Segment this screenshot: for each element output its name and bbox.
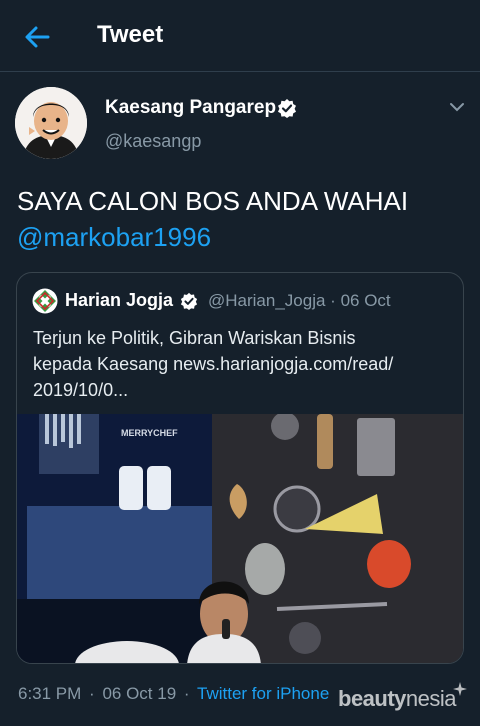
avatar[interactable]: [15, 87, 87, 159]
tweet-source-link[interactable]: Twitter for iPhone: [197, 684, 329, 703]
verified-badge-icon: [180, 292, 198, 310]
quoted-author-handle: @Harian_Jogja: [208, 291, 326, 310]
quoted-text-line: kepada Kaesang news.harianjogja.com/read…: [33, 354, 394, 374]
tweet-time: 6:31 PM: [18, 684, 82, 703]
quoted-tweet-card[interactable]: Harian Jogja @Harian_Jogja · 06 Oct Terj…: [16, 272, 464, 664]
tweet-date: 06 Oct 19: [102, 684, 177, 703]
avatar-illustration: [15, 87, 87, 159]
tweet-text: SAYA CALON BOS ANDA WAHAI @markobar1996: [17, 183, 467, 255]
quoted-date: 06 Oct: [340, 291, 391, 310]
meta-separator: ·: [89, 684, 95, 703]
arrow-left-icon[interactable]: [22, 22, 52, 52]
quoted-text-line: 2019/10/0...: [33, 380, 129, 400]
sparkle-icon: [453, 682, 467, 696]
verified-badge-icon: [278, 99, 296, 118]
quoted-text-line: Terjun ke Politik, Gibran Wariskan Bisni…: [33, 328, 356, 348]
watermark-bold: beauty: [338, 686, 406, 711]
chevron-down-icon[interactable]: [448, 100, 466, 114]
quoted-author-name: Harian Jogja: [65, 290, 174, 310]
meta-separator: ·: [183, 684, 190, 703]
tweet-text-line: SAYA CALON BOS ANDA WAHAI: [17, 186, 409, 216]
quoted-author-meta: @Harian_Jogja · 06 Oct: [208, 291, 391, 311]
tweet-meta: 6:31 PM · 06 Oct 19 · Twitter for iPhone: [18, 684, 329, 704]
page-title: Tweet: [97, 21, 164, 48]
harian-jogja-logo-icon: [32, 288, 58, 314]
author-handle[interactable]: @kaesangp: [105, 131, 201, 152]
mention-link[interactable]: @markobar1996: [17, 219, 467, 255]
watermark-thin: nesia: [405, 686, 457, 711]
author-name[interactable]: Kaesang Pangarep: [105, 97, 276, 119]
quoted-tweet-photo[interactable]: MERRYCHEF: [17, 414, 464, 664]
watermark: beautynesia: [338, 686, 457, 712]
quoted-tweet-text: Terjun ke Politik, Gibran Wariskan Bisni…: [33, 325, 453, 403]
meta-separator: ·: [330, 291, 336, 310]
image-brand-text: MERRYCHEF: [121, 428, 178, 438]
top-bar: Tweet: [0, 0, 480, 72]
